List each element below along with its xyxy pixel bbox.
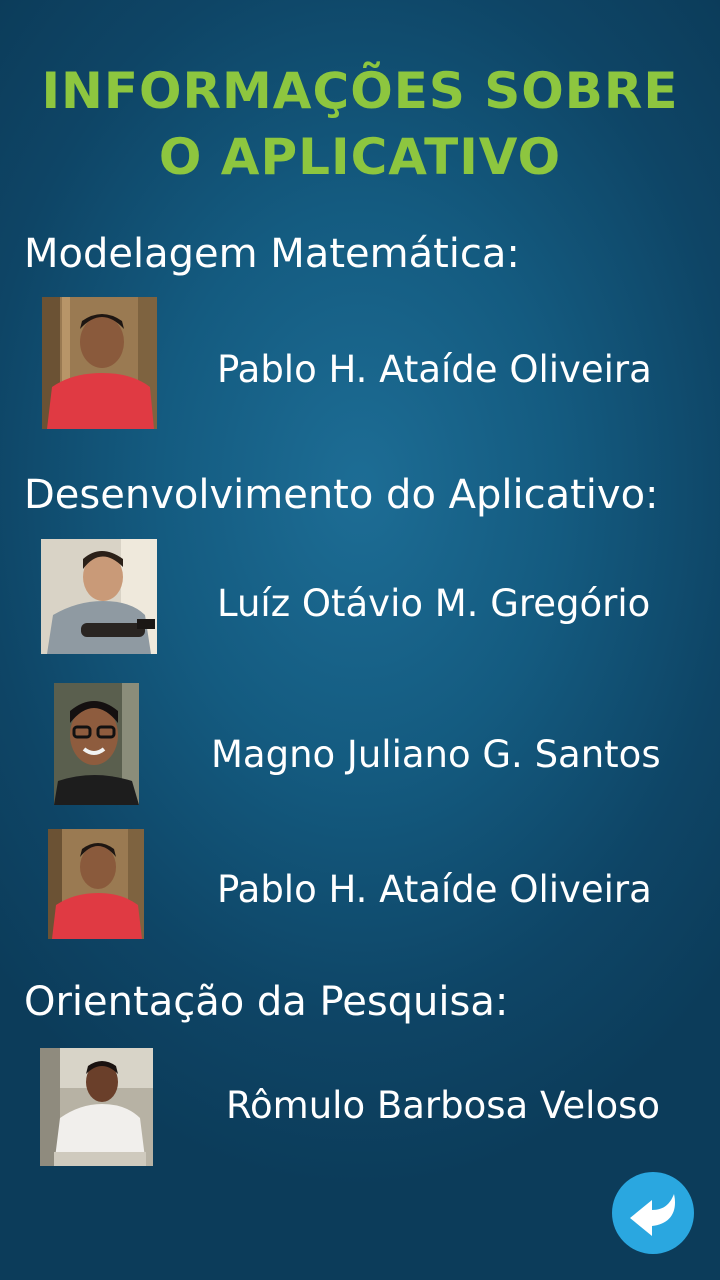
- person-name-luiz: Luíz Otávio M. Gregório: [217, 582, 651, 625]
- person-photo-romulo: [40, 1048, 153, 1166]
- person-photo-pablo: [42, 297, 157, 429]
- person-name-pablo: Pablo H. Ataíde Oliveira: [217, 348, 652, 391]
- person-photo-magno: [54, 683, 139, 805]
- page-title: INFORMAÇÕES SOBRE O APLICATIVO: [0, 58, 720, 190]
- back-arrow-icon: [630, 1194, 676, 1236]
- person-name-magno: Magno Juliano G. Santos: [211, 733, 661, 776]
- section-heading-orientacao: Orientação da Pesquisa:: [24, 979, 509, 1025]
- section-heading-desenvolvimento: Desenvolvimento do Aplicativo:: [24, 472, 659, 518]
- person-name-romulo: Rômulo Barbosa Veloso: [226, 1084, 660, 1127]
- back-button[interactable]: [612, 1172, 694, 1254]
- person-name-pablo-2: Pablo H. Ataíde Oliveira: [217, 868, 652, 911]
- section-heading-modelagem: Modelagem Matemática:: [24, 231, 520, 277]
- person-photo-pablo-2: [48, 829, 144, 939]
- page-title-line-2: O APLICATIVO: [158, 128, 562, 186]
- person-photo-luiz: [41, 539, 157, 654]
- page-title-line-1: INFORMAÇÕES SOBRE: [41, 62, 679, 120]
